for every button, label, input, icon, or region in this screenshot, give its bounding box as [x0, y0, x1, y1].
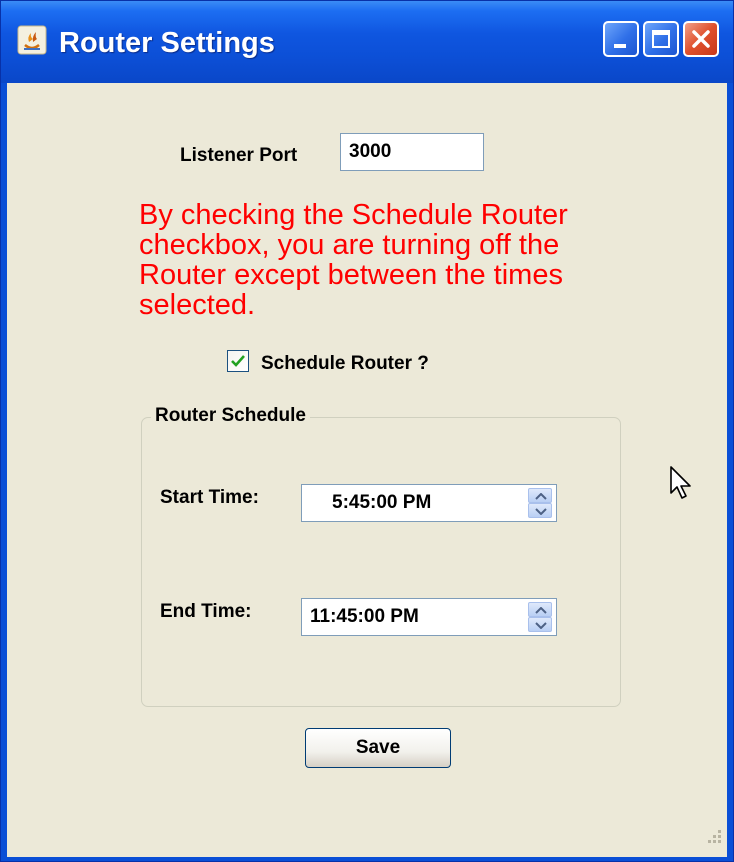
chevron-up-icon [535, 607, 547, 614]
listener-port-label: Listener Port [180, 145, 298, 166]
start-time-increment-button[interactable] [528, 488, 552, 503]
schedule-warning-text: By checking the Schedule Router checkbox… [139, 199, 568, 321]
start-time-spinner[interactable]: 5:45:00 PM [301, 484, 557, 522]
title-bar[interactable]: Router Settings [1, 1, 733, 83]
dialog-content: Listener Port By checking the Schedule R… [7, 83, 727, 857]
start-time-decrement-button[interactable] [528, 503, 552, 518]
end-time-increment-button[interactable] [528, 602, 552, 617]
save-button[interactable]: Save [305, 728, 451, 768]
listener-port-input[interactable] [340, 133, 484, 171]
end-time-decrement-button[interactable] [528, 617, 552, 632]
end-time-label: End Time: [160, 601, 252, 622]
chevron-down-icon [535, 622, 547, 629]
router-settings-window: Router Settings Listener Port By checkin… [0, 0, 734, 862]
start-time-value[interactable]: 5:45:00 PM [332, 492, 431, 514]
chevron-up-icon [535, 493, 547, 500]
close-icon [692, 30, 710, 48]
router-schedule-group [141, 417, 621, 707]
start-time-label: Start Time: [160, 487, 259, 508]
mouse-pointer-icon [670, 466, 691, 499]
end-time-spin-buttons [528, 602, 552, 632]
schedule-router-label[interactable]: Schedule Router ? [261, 353, 429, 375]
minimize-icon [614, 44, 626, 48]
end-time-spinner[interactable]: 11:45:00 PM [301, 598, 557, 636]
checkmark-icon [231, 355, 245, 367]
window-title: Router Settings [59, 27, 275, 59]
close-button[interactable] [683, 21, 719, 57]
start-time-spin-buttons [528, 488, 552, 518]
maximize-button[interactable] [643, 21, 679, 57]
maximize-icon [652, 30, 670, 48]
resize-grip-icon[interactable] [703, 827, 723, 847]
minimize-button[interactable] [603, 21, 639, 57]
java-app-icon [17, 25, 47, 55]
end-time-value[interactable]: 11:45:00 PM [310, 606, 419, 628]
schedule-router-checkbox[interactable] [227, 350, 249, 372]
router-schedule-legend: Router Schedule [151, 405, 310, 427]
chevron-down-icon [535, 508, 547, 515]
